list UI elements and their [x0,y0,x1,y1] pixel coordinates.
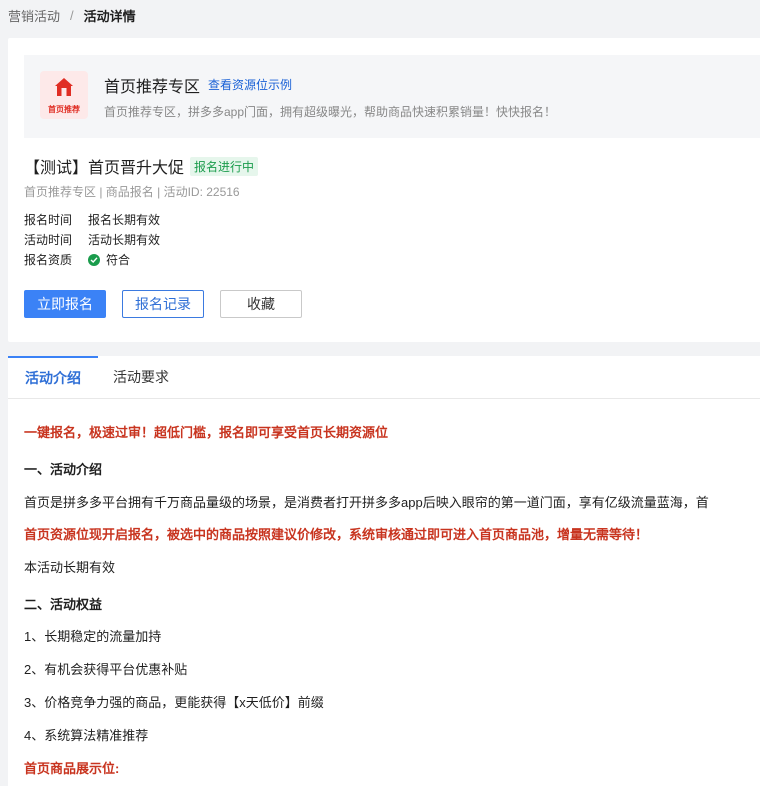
status-badge: 报名进行中 [190,156,259,176]
section-title: 一、活动介绍 [24,462,103,477]
validity-text: 本活动长期有效 [24,560,116,575]
benefit-item: 2、有机会获得平台优惠补贴 [24,662,188,677]
info-row-signup-time: 报名时间 报名长期有效 [24,211,160,228]
activity-summary-card: 首页推荐 首页推荐专区 查看资源位示例 首页推荐专区，拼多多app门面，拥有超级… [8,38,760,342]
detail-tabs: 活动介绍 活动要求 [8,356,760,399]
info-row-activity-time: 活动时间 活动长期有效 [24,231,160,248]
breadcrumb: 营销活动 / 活动详情 [8,6,136,25]
info-key: 报名时间 [24,213,73,227]
event-title: 【测试】首页晋升大促 [24,160,185,177]
activity-detail-card: 活动介绍 活动要求 一键报名，极速过审！超低门槛，报名即可享受首页长期资源位 一… [8,356,760,786]
benefit-item: 4、系统算法精准推荐 [24,728,149,743]
info-row-qualification: 报名资质 符合 [24,251,130,268]
headline: 一键报名，极速过审！超低门槛，报名即可享受首页长期资源位 [24,425,389,440]
signup-now-button[interactable]: 立即报名 [24,290,106,318]
info-value: 符合 [106,253,131,267]
section-title: 二、活动权益 [24,597,103,612]
event-title-row: 【测试】首页晋升大促 报名进行中 [24,154,259,178]
logo-text: 首页推荐 [48,105,80,114]
info-value: 报名长期有效 [88,213,161,227]
highlight-paragraph: 首页资源位现开启报名，被选中的商品按照建议价修改，系统审核通过即可进入首页商品池… [24,527,649,542]
resource-description: 首页推荐专区，拼多多app门面，拥有超级曝光，帮助商品快速积累销量！快快报名！ [104,105,557,119]
home-icon [55,78,73,96]
view-resource-example-link[interactable]: 查看资源位示例 [208,76,292,93]
favorite-button[interactable]: 收藏 [220,290,302,318]
signup-records-button[interactable]: 报名记录 [122,290,204,318]
info-key: 报名资质 [24,253,73,267]
intro-paragraph: 首页是拼多多平台拥有千万商品量级的场景，是消费者打开拼多多app后映入眼帘的第一… [24,495,709,510]
breadcrumb-separator: / [70,8,74,23]
resource-logo: 首页推荐 [40,71,88,119]
breadcrumb-current: 活动详情 [83,9,136,24]
check-circle-icon [88,253,100,266]
info-key: 活动时间 [24,233,73,247]
breadcrumb-marketing[interactable]: 营销活动 [8,6,60,25]
event-meta: 首页推荐专区 | 商品报名 | 活动ID: 22516 [24,185,240,199]
tab-activity-requirements[interactable]: 活动要求 [98,356,184,398]
benefit-item: 1、长期稳定的流量加持 [24,629,162,644]
resource-box: 首页推荐 首页推荐专区 查看资源位示例 首页推荐专区，拼多多app门面，拥有超级… [24,55,760,138]
tab-activity-intro[interactable]: 活动介绍 [8,356,98,398]
benefit-item: 3、价格竞争力强的商品，更能获得【x天低价】前缀 [24,695,324,710]
resource-title: 首页推荐专区 [104,79,201,96]
display-position-title: 首页商品展示位: [24,761,120,776]
info-value: 活动长期有效 [88,233,161,247]
